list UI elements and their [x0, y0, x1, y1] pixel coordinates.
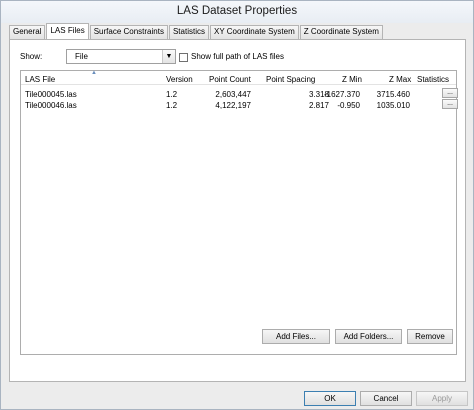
tab-las-files[interactable]: LAS Files [46, 23, 89, 39]
cell-las-file: Tile000046.las [25, 101, 77, 110]
show-full-path-checkbox[interactable] [179, 53, 188, 62]
statistics-ellipsis-button[interactable]: ... [442, 99, 458, 109]
cell-version: 1.2 [166, 101, 178, 110]
cell-z-min: -0.950 [337, 101, 360, 110]
cancel-button[interactable]: Cancel [360, 391, 412, 406]
cell-z-min: -1627.370 [323, 90, 360, 99]
statistics-ellipsis-button[interactable]: ... [442, 88, 458, 98]
column-point-spacing[interactable]: Point Spacing [266, 75, 315, 84]
tab-z-coordinate-system[interactable]: Z Coordinate System [299, 25, 383, 39]
show-dropdown[interactable]: File ▼ [66, 49, 176, 64]
show-label: Show: [20, 52, 43, 61]
column-version[interactable]: Version [166, 75, 193, 84]
apply-button[interactable]: Apply [416, 391, 468, 406]
table-row[interactable]: Tile000045.las 1.2 2,603,447 3.318 -1627… [21, 88, 458, 100]
cell-las-file: Tile000045.las [25, 90, 77, 99]
tab-general[interactable]: General [9, 25, 46, 39]
cell-version: 1.2 [166, 90, 178, 99]
tab-bar: General LAS Files Surface Constraints St… [9, 23, 384, 39]
las-dataset-properties-dialog: LAS Dataset Properties General LAS Files… [0, 0, 474, 410]
cell-point-count: 2,603,447 [215, 90, 251, 99]
show-dropdown-value: File [75, 52, 88, 61]
cell-z-max: 3715.460 [376, 90, 410, 99]
column-z-max[interactable]: Z Max [389, 75, 411, 84]
add-folders-button[interactable]: Add Folders... [335, 329, 402, 344]
column-las-file[interactable]: LAS File [25, 75, 55, 84]
column-point-count[interactable]: Point Count [209, 75, 251, 84]
ok-button[interactable]: OK [304, 391, 356, 406]
tab-surface-constraints[interactable]: Surface Constraints [89, 25, 168, 39]
add-files-button[interactable]: Add Files... [262, 329, 330, 344]
tab-xy-coordinate-system[interactable]: XY Coordinate System [209, 25, 299, 39]
chevron-down-icon: ▼ [162, 50, 175, 63]
dialog-title: LAS Dataset Properties [1, 1, 473, 23]
sort-ascending-icon: ▲ [91, 70, 97, 76]
las-files-panel: Show: File ▼ Show full path of LAS files… [9, 39, 466, 382]
las-files-table: ▲ LAS File Version Point Count Point Spa… [20, 70, 458, 355]
table-row[interactable]: Tile000046.las 1.2 4,122,197 2.817 -0.95… [21, 99, 458, 111]
column-statistics[interactable]: Statistics [417, 75, 449, 84]
column-z-min[interactable]: Z Min [342, 75, 362, 84]
table-header: ▲ LAS File Version Point Count Point Spa… [21, 70, 456, 85]
cell-point-count: 4,122,197 [215, 101, 251, 110]
cell-z-max: 1035.010 [376, 101, 410, 110]
tab-statistics[interactable]: Statistics [168, 25, 209, 39]
show-full-path-label: Show full path of LAS files [191, 52, 284, 61]
remove-button[interactable]: Remove [407, 329, 453, 344]
